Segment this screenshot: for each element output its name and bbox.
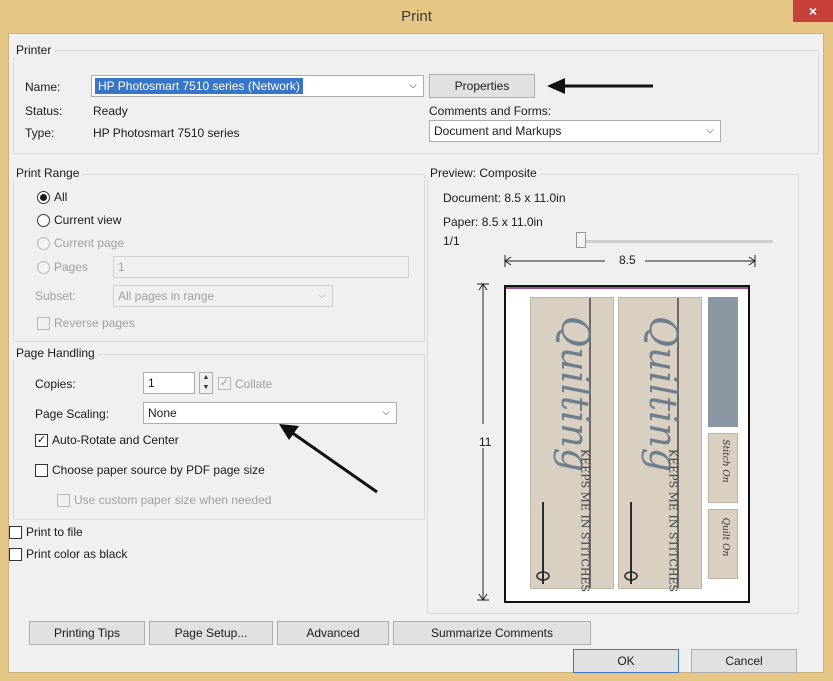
preview-info-block [708, 297, 738, 427]
preview-top-border [506, 287, 748, 289]
chevron-down-icon[interactable]: ⌵ [378, 403, 394, 423]
preview-document-size: Document: 8.5 x 11.0in [443, 191, 566, 205]
radio-selected-dot [40, 194, 47, 201]
annotation-arrow-scaling [279, 424, 378, 494]
print-to-file-checkbox[interactable] [9, 526, 22, 539]
print-color-black-label[interactable]: Print color as black [26, 547, 127, 561]
page-scaling-label: Page Scaling: [35, 407, 110, 421]
printer-name-label: Name: [25, 80, 61, 94]
preview-tag-1: Stitch On [708, 433, 738, 503]
radio-current-view-label[interactable]: Current view [54, 213, 121, 227]
preview-tag-2: Quilt On [708, 509, 738, 579]
preview-page-slider-thumb[interactable] [576, 232, 586, 248]
auto-rotate-checkbox[interactable]: ✓ [35, 434, 48, 447]
height-dimension-label: 11 [479, 435, 492, 449]
preview-page-thumbnail: Quilting KEEPS ME IN STITCHES Quilting K… [504, 285, 750, 603]
choose-paper-checkbox[interactable] [35, 464, 48, 477]
comments-forms-label: Comments and Forms: [429, 104, 552, 118]
subset-value: All pages in range [118, 289, 215, 303]
auto-rotate-label[interactable]: Auto-Rotate and Center [52, 433, 179, 447]
collate-checkbox: ✓ [218, 377, 231, 390]
chevron-down-icon[interactable]: ⌵ [702, 121, 718, 141]
custom-paper-checkbox [57, 494, 70, 507]
printer-name-select[interactable]: HP Photosmart 7510 series (Network) ⌵ [91, 75, 424, 97]
reverse-pages-checkbox [37, 317, 50, 330]
radio-current-page [37, 237, 50, 250]
chevron-down-icon: ⌵ [318, 290, 326, 301]
preview-paper-size: Paper: 8.5 x 11.0in [443, 215, 543, 229]
window-title: Print [401, 8, 432, 25]
annotation-arrow-properties [547, 78, 653, 94]
up-arrow-icon[interactable]: ▲ [200, 373, 212, 383]
radio-pages [37, 261, 50, 274]
strip-tagline-text: KEEPS ME IN STITCHES [578, 448, 592, 593]
printer-name-value: HP Photosmart 7510 series (Network) [95, 78, 303, 94]
radio-all-label[interactable]: All [54, 190, 67, 204]
custom-paper-label: Use custom paper size when needed [74, 493, 272, 507]
preview-group-label: Preview: Composite [427, 166, 540, 180]
dialog-client-area: Printer Name: HP Photosmart 7510 series … [8, 33, 824, 673]
copies-stepper[interactable]: ▲ ▼ [199, 372, 213, 394]
print-dialog-window: Print × Printer Name: HP Photosmart 7510… [0, 0, 833, 681]
properties-button[interactable]: Properties [429, 74, 535, 98]
radio-pages-label: Pages [54, 260, 89, 274]
copies-input[interactable]: 1 [143, 372, 195, 394]
radio-all[interactable] [37, 191, 50, 204]
comments-forms-select[interactable]: Document and Markups ⌵ [429, 120, 721, 142]
print-range-group-label: Print Range [13, 166, 83, 180]
print-to-file-label[interactable]: Print to file [26, 525, 83, 539]
comments-forms-value: Document and Markups [434, 124, 562, 138]
copies-label: Copies: [35, 377, 76, 391]
summarize-comments-button[interactable]: Summarize Comments [393, 621, 591, 645]
advanced-button[interactable]: Advanced [277, 621, 389, 645]
printer-status-label: Status: [25, 104, 63, 118]
strip-tagline-text: KEEPS ME IN STITCHES [666, 448, 680, 593]
page-scaling-value: None [148, 406, 177, 420]
pages-input: 1 [113, 256, 409, 278]
printer-status-value: Ready [93, 104, 128, 118]
tag-quilt-text: Quilt On [720, 517, 730, 557]
page-handling-group-label: Page Handling [13, 346, 98, 360]
ok-button[interactable]: OK [573, 649, 679, 673]
printer-type-label: Type: [25, 126, 55, 140]
tag-stitch-text: Stitch On [720, 439, 730, 483]
printer-type-value: HP Photosmart 7510 series [93, 126, 240, 140]
width-dimension-label: 8.5 [619, 253, 636, 267]
subset-label: Subset: [35, 289, 76, 303]
page-setup-button[interactable]: Page Setup... [149, 621, 273, 645]
cancel-button[interactable]: Cancel [691, 649, 797, 673]
page-scaling-select[interactable]: None ⌵ [143, 402, 397, 424]
down-arrow-icon[interactable]: ▼ [200, 383, 212, 393]
preview-page-count: 1/1 [443, 234, 460, 248]
preview-page-slider-track[interactable] [577, 240, 773, 243]
printer-group-label: Printer [13, 43, 55, 57]
needle-icon [624, 502, 638, 584]
radio-current-view[interactable] [37, 214, 50, 227]
preview-strip-1: Quilting KEEPS ME IN STITCHES [530, 297, 614, 592]
radio-current-page-label: Current page [54, 236, 125, 250]
collate-label: Collate [235, 377, 273, 391]
title-bar[interactable]: Print × [0, 0, 833, 33]
preview-strip-2: Quilting KEEPS ME IN STITCHES [618, 297, 702, 592]
print-color-black-checkbox[interactable] [9, 548, 22, 561]
choose-paper-label[interactable]: Choose paper source by PDF page size [52, 463, 265, 477]
chevron-down-icon[interactable]: ⌵ [405, 76, 421, 96]
needle-icon [536, 502, 550, 584]
printing-tips-button[interactable]: Printing Tips [29, 621, 145, 645]
close-button[interactable]: × [793, 0, 833, 22]
reverse-pages-label: Reverse pages [54, 316, 135, 330]
subset-select: All pages in range ⌵ [113, 285, 333, 307]
